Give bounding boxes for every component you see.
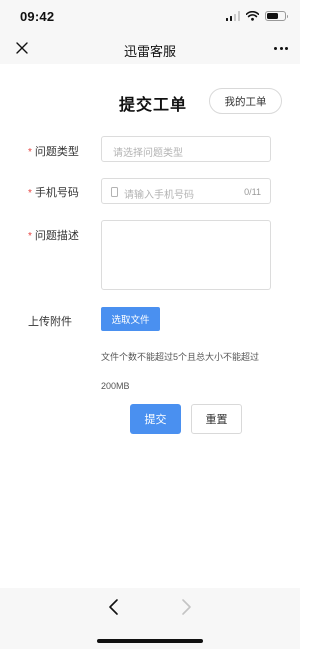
required-mark: *	[28, 147, 32, 158]
phone-field[interactable]: 请输入手机号码 0/11	[101, 178, 271, 204]
status-time: 09:42	[20, 9, 55, 24]
attach-label: 上传附件	[28, 316, 72, 328]
bottom-toolbar	[0, 588, 300, 649]
signal-icon	[225, 11, 240, 21]
type-select[interactable]: 请选择问题类型	[101, 136, 271, 162]
required-mark: *	[28, 188, 32, 199]
status-icons	[225, 11, 288, 21]
desc-label-text: 问题描述	[34, 230, 79, 242]
type-label: * 问题类型	[28, 143, 79, 159]
phone-icon	[111, 187, 118, 197]
wifi-icon	[246, 11, 259, 21]
status-bar: 09:42	[0, 0, 300, 34]
type-label-text: 问题类型	[34, 146, 79, 158]
phone-label: * 手机号码	[28, 184, 79, 200]
type-placeholder: 请选择问题类型	[113, 148, 183, 159]
nav-bar: 迅雷客服	[0, 34, 300, 64]
phone-placeholder: 请输入手机号码	[124, 190, 194, 201]
phone-counter: 0/11	[244, 187, 261, 197]
nav-title: 迅雷客服	[123, 44, 176, 59]
upload-hint: 文件个数不能超过5个且总大小不能超过200MB	[101, 352, 260, 391]
page-title: 提交工单	[119, 97, 188, 114]
more-icon[interactable]	[274, 47, 288, 50]
forward-arrow-icon[interactable]	[178, 598, 194, 616]
reset-button[interactable]: 重置	[191, 404, 242, 434]
description-textarea[interactable]	[101, 220, 271, 290]
desc-label: * 问题描述	[28, 227, 79, 243]
battery-icon	[265, 11, 288, 21]
home-indicator	[97, 639, 203, 643]
phone-label-text: 手机号码	[34, 187, 79, 199]
submit-button[interactable]: 提交	[130, 404, 181, 434]
choose-file-button[interactable]: 选取文件	[101, 307, 160, 331]
back-arrow-icon[interactable]	[106, 598, 122, 616]
my-tickets-button[interactable]: 我的工单	[209, 88, 282, 114]
required-mark: *	[28, 231, 32, 242]
